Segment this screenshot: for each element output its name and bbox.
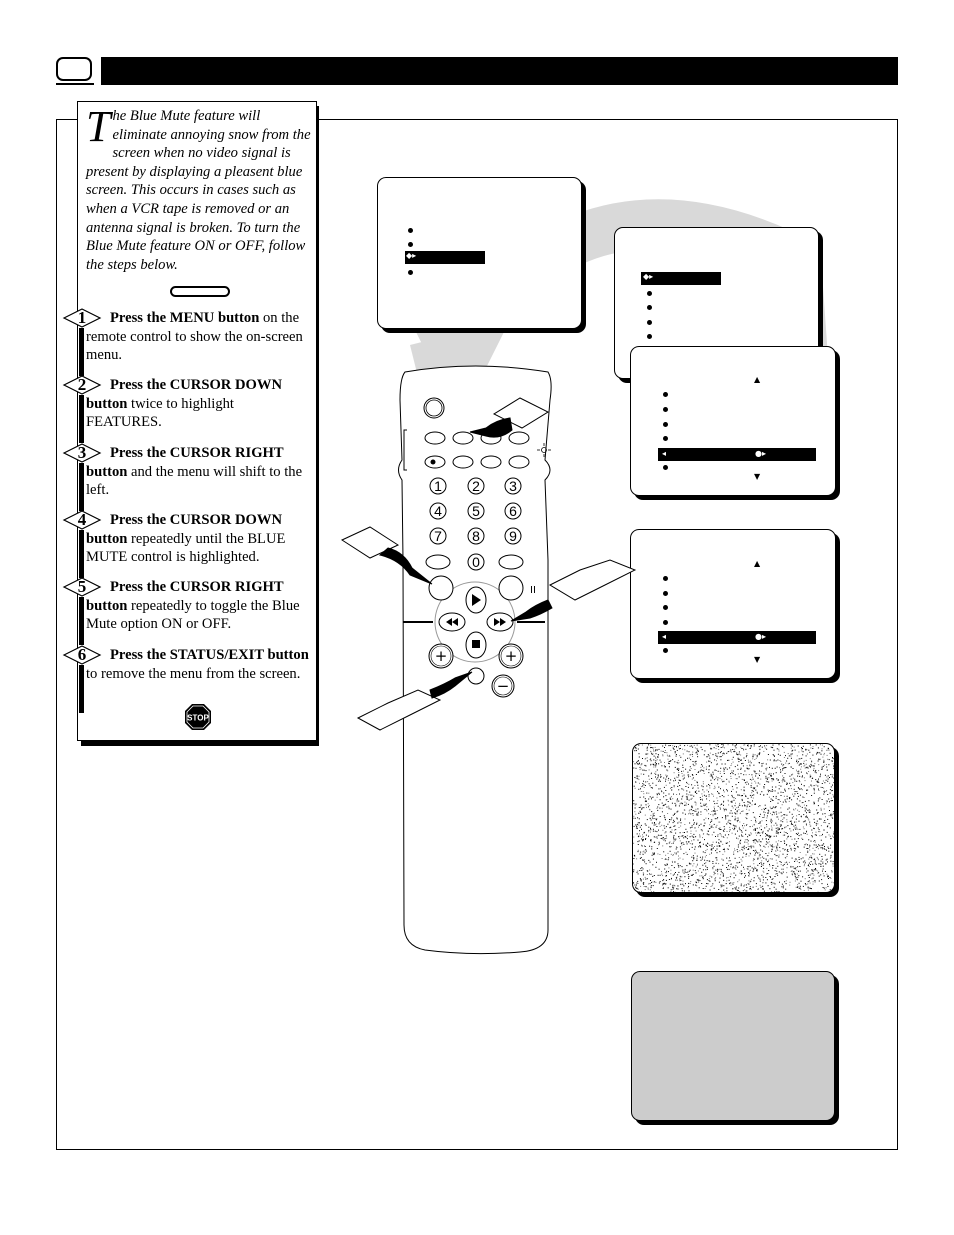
step-text: Press the STATUS/EXIT button to remove t… (86, 646, 312, 683)
step-bar (79, 463, 84, 511)
tv-screen-main-menu: ◆▸ (377, 177, 582, 329)
number-key-label: 4 (434, 503, 442, 519)
menu-bullet (408, 270, 413, 275)
svg-text:STOP: STOP (187, 714, 209, 723)
menu-bullet (663, 465, 668, 470)
cursor-icon: ◆▸ (406, 251, 417, 260)
status-exit-button (467, 667, 485, 685)
step-text: Press the CURSOR DOWN button repeatedly … (86, 511, 312, 567)
step-text: Press the CURSOR RIGHT button and the me… (86, 444, 312, 500)
number-key-label: 7 (434, 528, 442, 544)
step-bar (79, 328, 84, 376)
step-bar (79, 395, 84, 443)
tv-screen-features-submenu: ▲ ◂ ●▸ ▼ (630, 346, 836, 496)
menu-bullet (647, 305, 652, 310)
svg-text:+: + (505, 647, 518, 665)
scroll-up-icon: ▲ (754, 559, 761, 568)
menu-highlight-bar (405, 251, 485, 264)
tv-screen-blue-mute-toggle: ▲ ◂ ●▸ ▼ (630, 529, 836, 679)
remote-button (508, 455, 530, 469)
drop-cap: T (86, 102, 111, 151)
remote-button (425, 554, 451, 570)
snow-noise (633, 744, 834, 892)
menu-bullet (647, 320, 652, 325)
menu-bullet (663, 648, 668, 653)
number-key-label: 6 (509, 503, 517, 519)
stop-sign-icon: STOP (185, 704, 211, 730)
remote-button (508, 431, 530, 445)
intro-paragraph: The Blue Mute feature will eliminate ann… (86, 102, 314, 274)
menu-bullet (663, 407, 668, 412)
step-text: Press the CURSOR RIGHT button repeatedly… (86, 578, 312, 634)
blue-mute-highlight-bar (658, 448, 816, 461)
toggle-icon: ●▸ (755, 632, 766, 641)
menu-bullet (408, 242, 413, 247)
tv-icon (56, 57, 92, 81)
step-bar (79, 665, 84, 713)
menu-bullet (663, 605, 668, 610)
remote-button (452, 431, 474, 445)
menu-bullet (663, 576, 668, 581)
remote-control: 1 2 3 4 5 6 7 8 9 0 II + + − (340, 365, 637, 955)
menu-bullet (663, 436, 668, 441)
menu-bullet (647, 291, 652, 296)
number-key-label: 0 (472, 554, 480, 570)
menu-bullet (663, 620, 668, 625)
menu-button (424, 431, 446, 445)
step-bar (79, 530, 84, 578)
menu-button-icon (170, 286, 230, 297)
scroll-down-icon: ▼ (754, 472, 761, 481)
tv-screen-blue-mute (631, 971, 835, 1121)
cursor-button (428, 575, 454, 601)
remote-button (452, 455, 474, 469)
number-key-label: 9 (509, 528, 517, 544)
menu-bullet (663, 422, 668, 427)
svg-text:+: + (435, 647, 448, 665)
number-key-label: 5 (472, 503, 480, 519)
svg-text:−: − (497, 677, 510, 695)
menu-bullet (663, 392, 668, 397)
tv-icon-base (56, 83, 94, 85)
remote-button (498, 554, 524, 570)
number-key-label: 3 (509, 478, 517, 494)
menu-bullet (663, 591, 668, 596)
step-bold: Press the STATUS/EXIT button (110, 647, 309, 663)
step-bold: Press the MENU button (110, 310, 260, 326)
toggle-icon: ●▸ (755, 449, 766, 458)
cursor-button (498, 575, 524, 601)
pause-icon: II (530, 585, 536, 596)
step-rest: to remove the menu from the screen. (86, 665, 301, 682)
menu-bullet (408, 228, 413, 233)
step-text: Press the MENU button on the remote cont… (86, 309, 312, 365)
number-key-label: 8 (472, 528, 480, 544)
cursor-icon: ◆▸ (643, 272, 654, 281)
intro-text: he Blue Mute feature will eliminate anno… (86, 108, 311, 273)
cursor-left-icon: ◂ (662, 449, 667, 458)
remote-button (480, 455, 502, 469)
step-text: Press the CURSOR DOWN button twice to hi… (86, 376, 312, 432)
power-button (423, 397, 445, 419)
number-key-label: 1 (434, 478, 442, 494)
number-key-label: 2 (472, 478, 480, 494)
stop-icon (472, 640, 480, 648)
cursor-left-icon: ◂ (662, 632, 667, 641)
blue-mute-highlight-bar (658, 631, 816, 644)
tv-screen-snow (632, 743, 835, 893)
scroll-up-icon: ▲ (754, 375, 761, 384)
scroll-down-icon: ▼ (754, 655, 761, 664)
step-bar (79, 597, 84, 645)
header-bar (101, 57, 898, 85)
